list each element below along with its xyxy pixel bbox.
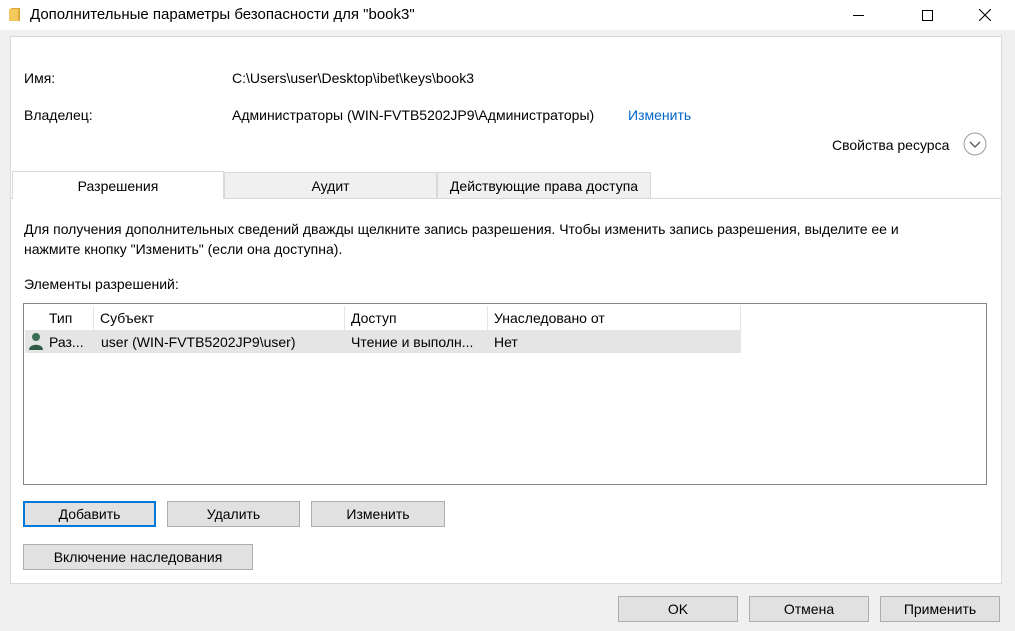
row-access: Чтение и выполн...: [351, 333, 474, 350]
user-icon: [29, 333, 43, 350]
tab-permissions[interactable]: Разрешения: [12, 171, 224, 199]
maximize-icon: [921, 9, 933, 21]
minimize-button[interactable]: [835, 0, 881, 30]
name-value: C:\Users\user\Desktop\ibet\keys\book3: [232, 70, 474, 86]
ok-button[interactable]: OK: [618, 596, 738, 622]
column-header-type[interactable]: Тип: [43, 306, 94, 330]
minimize-icon: [852, 14, 864, 16]
window-title: Дополнительные параметры безопасности дл…: [30, 6, 415, 23]
column-header-subject[interactable]: Субъект: [94, 306, 345, 330]
folder-icon: [9, 8, 20, 21]
tab-effective-access[interactable]: Действующие права доступа: [437, 172, 651, 198]
change-owner-link[interactable]: Изменить: [628, 107, 691, 123]
name-label: Имя:: [24, 70, 56, 86]
column-header-inherited[interactable]: Унаследовано от: [488, 306, 741, 330]
row-subject: user (WIN-FVTB5202JP9\user): [101, 333, 296, 350]
owner-value: Администраторы (WIN-FVTB5202JP9\Админист…: [232, 107, 595, 123]
expand-chevron-icon[interactable]: [963, 132, 987, 156]
edit-button[interactable]: Изменить: [311, 501, 445, 527]
close-button[interactable]: [962, 0, 1008, 30]
row-inherited: Нет: [494, 333, 518, 350]
description-line-1: Для получения дополнительных сведений дв…: [24, 221, 899, 237]
remove-button[interactable]: Удалить: [167, 501, 300, 527]
resource-properties-label: Свойства ресурса: [832, 137, 950, 153]
owner-label: Владелец:: [24, 107, 93, 123]
maximize-button[interactable]: [904, 0, 950, 30]
tab-audit[interactable]: Аудит: [224, 172, 437, 198]
row-type: Раз...: [49, 333, 84, 350]
description-line-2: нажмите кнопку "Изменить" (если она дост…: [24, 241, 343, 257]
enable-inheritance-button[interactable]: Включение наследования: [23, 544, 253, 570]
apply-button[interactable]: Применить: [880, 596, 1000, 622]
add-button[interactable]: Добавить: [23, 501, 156, 527]
cancel-button[interactable]: Отмена: [749, 596, 869, 622]
column-header-access[interactable]: Доступ: [345, 306, 488, 330]
permission-entries-label: Элементы разрешений:: [24, 276, 179, 292]
close-icon: [979, 9, 991, 21]
